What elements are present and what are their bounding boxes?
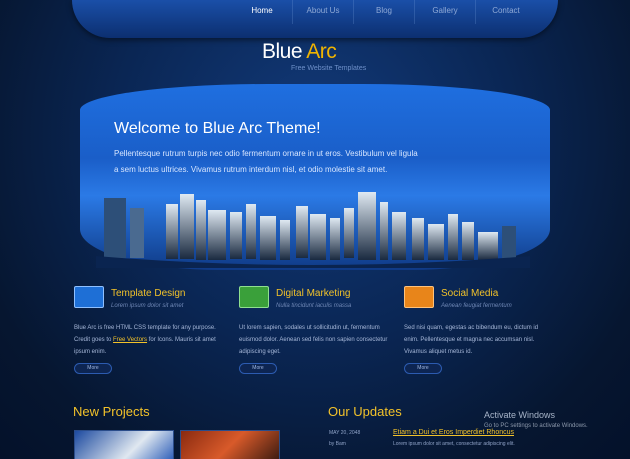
hero-text-line-1: Pellentesque rutrum turpis nec odio ferm… (114, 149, 418, 158)
nav-home[interactable]: Home (232, 0, 292, 24)
activate-windows-title: Activate Windows (484, 410, 556, 420)
project-thumbnail[interactable] (180, 430, 280, 459)
city-skyline-image (96, 192, 530, 268)
nav-gallery[interactable]: Gallery (414, 0, 475, 24)
free-vectors-link[interactable]: Free Vectors (113, 337, 147, 343)
briefcase-icon (239, 286, 269, 308)
feature-title: Digital Marketing (276, 288, 351, 299)
logo-main: Blue (262, 40, 307, 63)
nav-blog[interactable]: Blog (353, 0, 414, 24)
feature-body: Blue Arc is free HTML CSS template for a… (74, 322, 224, 358)
more-button[interactable]: More (74, 363, 112, 374)
site-logo[interactable]: Blue Arc (262, 40, 337, 64)
more-button[interactable]: More (404, 363, 442, 374)
update-text: Lorem ipsum dolor sit amet, consectetur … (393, 441, 515, 447)
update-author: by Bam (329, 441, 346, 447)
nav-about-us[interactable]: About Us (292, 0, 353, 24)
feature-title: Template Design (111, 288, 186, 299)
update-link[interactable]: Etiam a Dui et Eros Imperdiet Rhoncus (393, 429, 514, 436)
our-updates-heading: Our Updates (328, 404, 402, 419)
hero-text-line-2: a sem luctus ultrices. Vivamus rutrum in… (114, 165, 388, 174)
feature-body: Ut lorem sapien, sodales ut sollicitudin… (239, 325, 388, 355)
nav-contact[interactable]: Contact (475, 0, 536, 24)
more-button[interactable]: More (239, 363, 277, 374)
logo-accent: Arc (306, 40, 337, 63)
feature-subtitle: Aenean feugiat fermentum (441, 303, 512, 309)
update-date: MAY 20, 2048 (329, 430, 361, 436)
top-nav-bar: Home About Us Blog Gallery Contact (72, 0, 558, 38)
site-tagline: Free Website Templates (291, 65, 367, 72)
main-nav: Home About Us Blog Gallery Contact (232, 0, 536, 24)
bag-icon (404, 286, 434, 308)
page: Home About Us Blog Gallery Contact Blue … (0, 0, 630, 459)
activate-windows-subtitle: Go to PC settings to activate Windows. (484, 423, 588, 429)
feature-body: Sed nisi quam, egestas ac bibendum eu, d… (404, 325, 539, 355)
feature-title: Social Media (441, 288, 499, 299)
feature-subtitle: Nulla tincidunt iaculis massa (276, 303, 352, 309)
monitor-icon (74, 286, 104, 308)
new-projects-heading: New Projects (73, 404, 150, 419)
hero-title: Welcome to Blue Arc Theme! (114, 120, 321, 137)
project-thumbnail[interactable] (74, 430, 174, 459)
hero-text: Pellentesque rutrum turpis nec odio ferm… (114, 146, 464, 178)
feature-subtitle: Lorem ipsum dolor sit amet (111, 303, 184, 309)
